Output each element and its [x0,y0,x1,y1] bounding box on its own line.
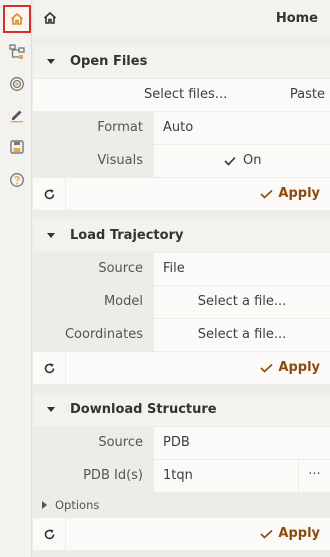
open-files-select-row: Select files... Paste [33,79,330,111]
check-icon [260,363,273,373]
apply-label: Apply [278,186,320,201]
pdb-id-input[interactable]: 1tqn [154,460,298,492]
format-row: Format Auto [33,112,330,144]
open-files-reset-button[interactable] [33,178,65,210]
download-structure-actions: Apply [33,518,330,550]
home-button[interactable] [3,5,31,33]
paste-button[interactable]: Paste [290,79,325,111]
pencil-icon [11,110,23,123]
panel-header: Home [33,0,330,37]
download-structure-apply-button[interactable]: Apply [260,526,320,541]
caret-right-icon [42,501,47,509]
trajectory-source-select[interactable]: File [154,253,330,285]
coordinates-label: Coordinates [33,319,153,351]
options-label: Options [55,498,100,512]
format-label: Format [33,112,153,144]
check-icon [260,189,273,199]
save-icon [10,140,24,154]
load-trajectory-apply-bar: Apply [66,352,330,384]
open-files-apply-button[interactable]: Apply [260,186,320,201]
home-icon [10,12,24,25]
load-trajectory-reset-button[interactable] [33,352,65,384]
visuals-value: On [243,153,262,168]
left-toolbar [0,0,32,557]
focus-target-button[interactable] [3,70,31,98]
visuals-row: Visuals On [33,145,330,177]
focus-target-icon [10,77,24,91]
download-source-select[interactable]: PDB [154,427,330,459]
select-files-button[interactable]: Select files... [144,79,227,111]
trajectory-source-label: Source [33,253,153,285]
refresh-icon [44,188,54,199]
visuals-label: Visuals [33,145,153,177]
save-button[interactable] [3,133,31,161]
structure-tree-button[interactable] [3,38,31,66]
pdb-id-row: PDB Id(s) 1tqn ··· [33,460,330,492]
edit-button[interactable] [3,101,31,129]
load-trajectory-apply-button[interactable]: Apply [260,360,320,375]
download-structure-apply-bar: Apply [66,518,330,550]
format-select[interactable]: Auto [154,112,330,144]
caret-down-icon [47,59,55,64]
structure-tree-icon [9,44,25,59]
download-structure-title: Download Structure [70,402,217,417]
help-button[interactable] [3,166,31,194]
model-file-input[interactable]: Select a file... [154,286,330,318]
page-title: Home [275,11,318,26]
model-label: Model [33,286,153,318]
trajectory-source-row: Source File [33,253,330,285]
load-trajectory-section-header[interactable]: Load Trajectory [33,219,330,252]
check-icon [260,529,273,539]
open-files-section-header[interactable]: Open Files [33,45,330,78]
open-files-actions: Apply [33,178,330,210]
caret-down-icon [47,407,55,412]
apply-label: Apply [278,526,320,541]
open-files-title: Open Files [70,54,148,69]
open-files-apply-bar: Apply [66,178,330,210]
pdb-id-more-button[interactable]: ··· [299,460,330,492]
caret-down-icon [47,233,55,238]
options-toggle[interactable]: Options [33,493,330,517]
help-icon [10,173,24,187]
visuals-toggle[interactable]: On [154,145,330,177]
home-icon [43,11,57,24]
coordinates-row: Coordinates Select a file... [33,319,330,351]
home-panel: Home Open Files Select files... Paste Fo… [33,0,330,557]
load-trajectory-title: Load Trajectory [70,228,184,243]
download-source-label: Source [33,427,153,459]
refresh-icon [44,528,54,539]
download-structure-reset-button[interactable] [33,518,65,550]
refresh-icon [44,362,54,373]
check-icon [224,156,236,166]
coordinates-file-input[interactable]: Select a file... [154,319,330,351]
apply-label: Apply [278,360,320,375]
open-files-select-area: Select files... Paste [33,79,330,111]
pdb-id-label: PDB Id(s) [33,460,153,492]
download-source-row: Source PDB [33,427,330,459]
model-row: Model Select a file... [33,286,330,318]
download-structure-section-header[interactable]: Download Structure [33,393,330,426]
load-trajectory-actions: Apply [33,352,330,384]
